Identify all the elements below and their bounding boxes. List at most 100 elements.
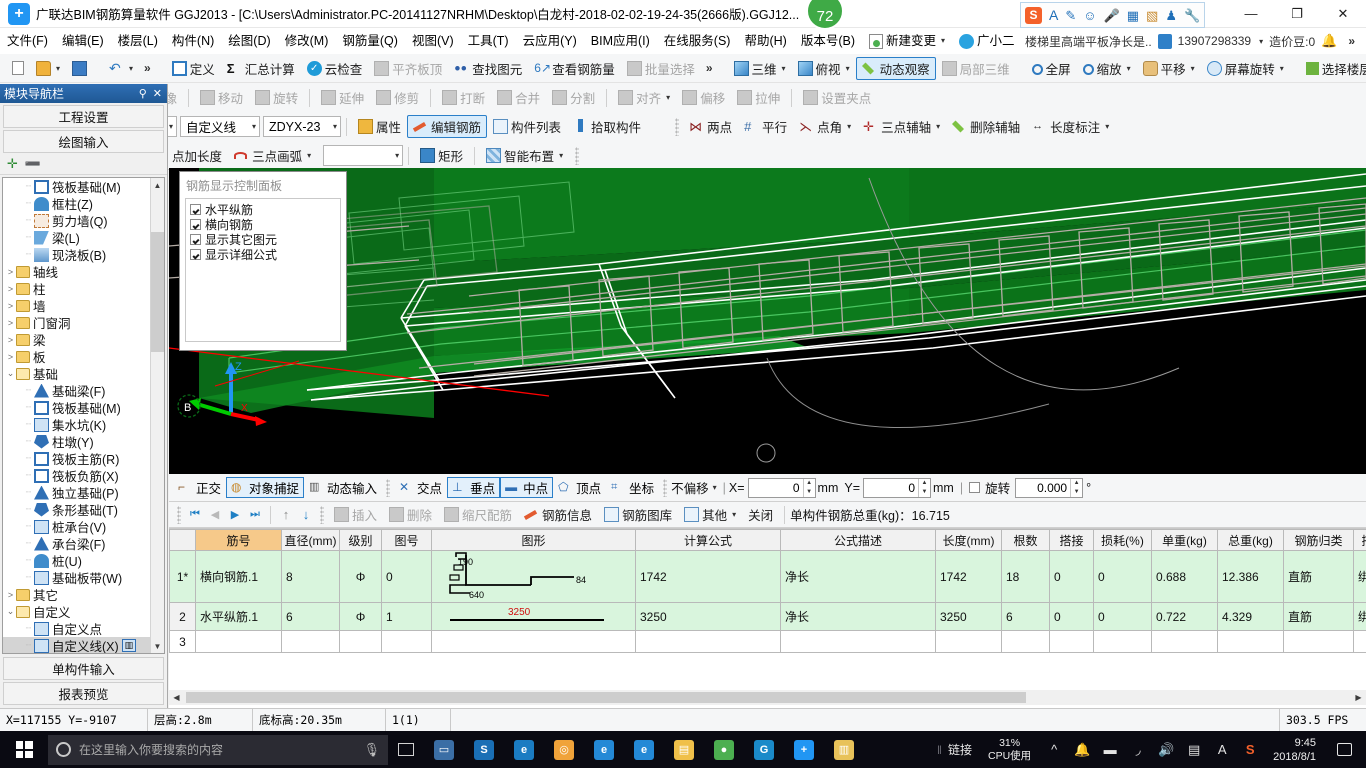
menu-version[interactable]: 版本号(B) <box>794 28 862 54</box>
bell-icon[interactable]: 🔔 <box>1321 33 1337 49</box>
stretch-button[interactable]: 拉伸 <box>731 86 786 109</box>
rebar-edit-grid[interactable]: 筋号 直径(mm) 级别 图号 图形 计算公式 公式描述 长度(mm) 根数 搭接 损耗(%) 单重(… <box>169 528 1366 708</box>
tree-node-筏板基础(M)[interactable]: ┈ 筏板基础(M) <box>3 399 150 416</box>
shirt-icon[interactable]: ♟ <box>1165 9 1177 22</box>
keyboard-icon[interactable]: ▤ <box>1181 731 1207 768</box>
card-icon[interactable]: ▧ <box>1146 9 1158 22</box>
smart-layout-button[interactable]: 智能布置 ▾ <box>480 144 569 167</box>
screen-rotate-button[interactable]: 屏幕旋转 ▾ <box>1201 57 1290 80</box>
intersection-snap-toggle[interactable]: ✕ 交点 <box>394 477 447 498</box>
tree-node-柱[interactable]: > 柱 <box>3 280 150 297</box>
top-view-chevron-down-icon[interactable]: ▾ <box>846 64 850 73</box>
table-cell-grade[interactable]: Φ <box>339 602 382 631</box>
app-icon-g-blue[interactable]: G <box>744 731 784 768</box>
hscrollbar-thumb[interactable] <box>186 692 1026 703</box>
volume-icon[interactable]: 🔊 <box>1153 731 1179 768</box>
fullscreen-button[interactable]: 全屏 <box>1026 57 1077 80</box>
align-button[interactable]: 对齐 ▾ <box>612 86 676 109</box>
rebar-info-button[interactable]: 钢筋信息 <box>518 503 598 526</box>
rotate-button[interactable]: 旋转 <box>249 86 304 109</box>
table-cell-length[interactable] <box>935 630 1002 653</box>
extend-button[interactable]: 延伸 <box>315 86 370 109</box>
mic-icon[interactable]: 🎙 <box>363 742 380 758</box>
trim-button[interactable]: 修剪 <box>370 86 425 109</box>
table-cell-lap[interactable]: 0 <box>1049 602 1094 631</box>
point-angle-button[interactable]: ⋋ 点角 ▾ <box>793 115 857 138</box>
y-spinner[interactable]: ▲ ▼ <box>918 478 930 497</box>
table-cell-shape[interactable]: 3250 <box>431 602 636 631</box>
table-cell-lapform[interactable] <box>1353 630 1366 653</box>
sidebar-item-report-preview[interactable]: 报表预览 <box>3 682 164 705</box>
checkbox-row-transverse-rebar[interactable]: 横向钢筋 <box>190 217 340 232</box>
table-cell-jinhao[interactable] <box>195 630 282 653</box>
link-indicator[interactable]: ‖ 链接 <box>931 741 978 758</box>
chevron-right-icon[interactable]: > <box>5 590 16 600</box>
tree-node-独立基础(P)[interactable]: ┈ 独立基础(P) <box>3 484 150 501</box>
toolbar1-overflow-mid-icon[interactable]: » <box>701 61 718 75</box>
delete-row-button[interactable]: 删除 <box>383 503 438 526</box>
table-cell-lap[interactable]: 0 <box>1049 550 1094 603</box>
menu-floor[interactable]: 楼层(L) <box>111 28 165 54</box>
pin-icon[interactable]: ⚲ <box>139 87 147 100</box>
pan-button[interactable]: 平移 ▾ <box>1137 57 1201 80</box>
scrollbar-thumb[interactable] <box>151 232 164 352</box>
three-point-arc-button[interactable]: 三点画弧 ▾ <box>228 144 317 167</box>
y-offset-input[interactable]: ▲▼ <box>863 477 932 498</box>
tree-node-基础板带(W)[interactable]: ┈ 基础板带(W) <box>3 569 150 586</box>
tree-node-梁(L)[interactable]: ┈ 梁(L) <box>3 229 150 246</box>
table-cell-loss[interactable] <box>1093 630 1152 653</box>
sidebar-item-draw-input[interactable]: 绘图输入 <box>3 130 164 153</box>
three-point-chevron-down-icon[interactable]: ▾ <box>936 122 940 131</box>
view-3d-button[interactable]: 三维 ▾ <box>728 57 792 80</box>
batch-select-button[interactable]: 批量选择 <box>621 57 701 80</box>
undo-chevron-down-icon[interactable]: ▾ <box>129 64 133 73</box>
table-header-length[interactable]: 长度(mm) <box>935 529 1002 551</box>
tree-node-其它[interactable]: > 其它 <box>3 586 150 603</box>
menu-help[interactable]: 帮助(H) <box>737 28 793 54</box>
app-icon-folder-blue[interactable]: ▭ <box>424 731 464 768</box>
view-3d-chevron-down-icon[interactable]: ▾ <box>782 64 786 73</box>
toolbar1-overflow-left-icon[interactable]: » <box>139 61 156 75</box>
other-button[interactable]: 其他 ▾ <box>678 503 742 526</box>
table-cell-jinhao[interactable]: 横向钢筋.1 <box>195 550 282 603</box>
define-button[interactable]: 定义 <box>166 57 221 80</box>
table-header-totalw[interactable]: 总重(kg) <box>1217 529 1284 551</box>
menu-file[interactable]: 文件(F) <box>0 28 55 54</box>
sidebar-item-single-member-input[interactable]: 单构件输入 <box>3 657 164 680</box>
wifi-icon[interactable]: ◞ <box>1125 731 1151 768</box>
table-cell-rowno[interactable]: 2 <box>169 602 196 631</box>
menu-cloud-app[interactable]: 云应用(Y) <box>516 28 584 54</box>
tree-node-剪力墙(Q)[interactable]: ┈ 剪力墙(Q) <box>3 212 150 229</box>
tree-node-承台梁(F)[interactable]: ┈ 承台梁(F) <box>3 535 150 552</box>
table-cell-shape[interactable] <box>431 630 636 653</box>
parallel-axis-button[interactable]: # 平行 <box>738 115 793 138</box>
smart-chevron-down-icon[interactable]: ▾ <box>559 151 563 160</box>
rebar-display-control-panel[interactable]: 钢筋显示控制面板 水平纵筋 横向钢筋 显示其它图元 显示详细公式 <box>179 171 347 351</box>
table-row[interactable]: 2 水平纵筋.1 6 Φ 1 3250 3250 净长 3250 6 0 0 0.722 4.329 直… <box>169 602 1366 631</box>
rotate-value[interactable] <box>1016 478 1071 497</box>
sogou-logo-icon[interactable]: S <box>1025 6 1042 24</box>
table-cell-loss[interactable]: 0 <box>1093 602 1152 631</box>
length-dim-chevron-down-icon[interactable]: ▾ <box>1105 122 1109 131</box>
scroll-up-icon[interactable]: ▲ <box>151 178 164 192</box>
table-header-formula[interactable]: 计算公式 <box>635 529 781 551</box>
sogou-icon[interactable]: S <box>1237 731 1263 768</box>
chevron-right-icon[interactable]: > <box>5 318 16 328</box>
open-file-button[interactable]: ▾ <box>30 57 66 80</box>
expand-all-icon[interactable]: ✛ <box>7 156 18 172</box>
table-cell-unitw[interactable] <box>1151 630 1218 653</box>
battery-icon[interactable]: ▬ <box>1097 731 1123 768</box>
orbit-button[interactable]: 动态观察 <box>855 56 936 80</box>
table-cell-diameter[interactable]: 6 <box>281 602 340 631</box>
table-cell-rowno[interactable]: 3 <box>169 630 196 653</box>
edit-rebar-button[interactable]: 编辑钢筋 <box>407 115 488 138</box>
offset-mode-label[interactable]: 不偏移 <box>671 478 709 497</box>
table-cell-totalw[interactable]: 4.329 <box>1217 602 1284 631</box>
point-angle-chevron-down-icon[interactable]: ▾ <box>847 122 851 131</box>
table-cell-formula[interactable]: 3250 <box>635 602 781 631</box>
chevron-down-icon[interactable]: ⌄ <box>5 368 16 379</box>
grid-horizontal-scrollbar[interactable]: ◀ ▶ <box>169 690 1366 705</box>
tree-node-自定义点[interactable]: ┈ 自定义点 <box>3 620 150 637</box>
draw-mode-chevron-down-icon[interactable]: ▾ <box>389 151 399 160</box>
chevron-up-icon[interactable]: ^ <box>1041 731 1067 768</box>
